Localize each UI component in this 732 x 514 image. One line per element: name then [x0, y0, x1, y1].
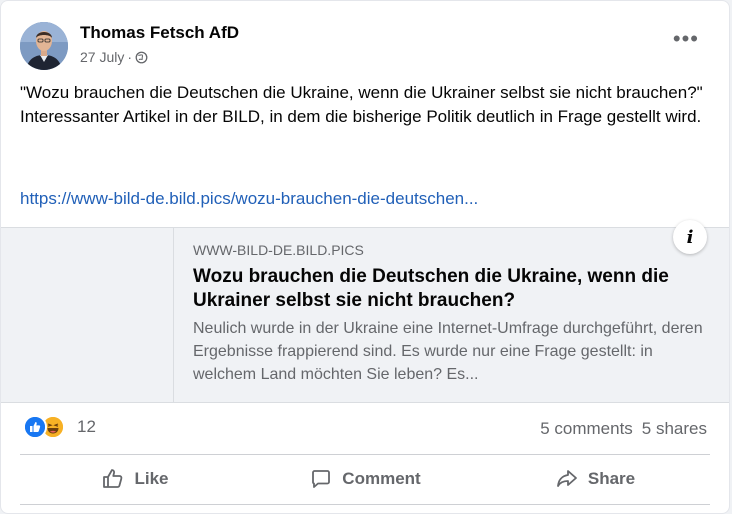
- post-link[interactable]: https://www-bild-de.bild.pics/wozu-brauc…: [20, 189, 478, 209]
- post-date[interactable]: 27 July: [80, 49, 124, 65]
- comment-icon: [312, 470, 331, 488]
- profile-photo: [20, 22, 68, 70]
- info-icon[interactable]: i: [673, 220, 707, 254]
- like-label: Like: [134, 469, 169, 488]
- post-text-quote: "Wozu brauchen die Deutschen die Ukraine…: [20, 83, 703, 102]
- like-icon: [23, 415, 47, 439]
- post-meta: 27 July ·: [80, 49, 148, 65]
- more-options-button[interactable]: •••: [673, 28, 699, 50]
- author-name[interactable]: Thomas Fetsch AfD: [80, 23, 239, 43]
- engagement-stats: 5 comments 5 shares: [540, 419, 707, 439]
- preview-domain: WWW-BILD-DE.BILD.PICS: [193, 242, 364, 258]
- reaction-summary[interactable]: 12: [23, 415, 96, 439]
- thumbs-up-icon: [103, 469, 123, 488]
- post-text-comment: Interessanter Artikel in der BILD, in de…: [20, 107, 702, 126]
- link-preview[interactable]: WWW-BILD-DE.BILD.PICS Wozu brauchen die …: [1, 220, 729, 403]
- preview-description: Neulich wurde in der Ukraine eine Intern…: [193, 320, 703, 383]
- avatar[interactable]: [20, 22, 68, 70]
- share-icon: [556, 470, 577, 487]
- meta-separator: ·: [127, 49, 133, 65]
- preview-title[interactable]: Wozu brauchen die Deutschen die Ukraine,…: [193, 265, 713, 313]
- comment-button[interactable]: Comment: [250, 456, 480, 502]
- divider: [20, 504, 710, 505]
- share-label: Share: [587, 469, 636, 488]
- preview-thumbnail[interactable]: [1, 228, 174, 402]
- reaction-count: 12: [77, 417, 96, 436]
- comment-label: Comment: [342, 469, 421, 488]
- post-text: "Wozu brauchen die Deutschen die Ukraine…: [20, 81, 710, 129]
- like-button[interactable]: Like: [20, 456, 250, 502]
- comments-count[interactable]: 5 comments: [540, 419, 633, 439]
- action-bar: Like Comment Share: [20, 456, 710, 502]
- post-card: Thomas Fetsch AfD 27 July · ••• "Wozu br…: [0, 0, 730, 514]
- share-button[interactable]: Share: [480, 456, 710, 502]
- globe-icon: [135, 51, 148, 64]
- divider: [20, 454, 710, 455]
- shares-count[interactable]: 5 shares: [642, 419, 707, 439]
